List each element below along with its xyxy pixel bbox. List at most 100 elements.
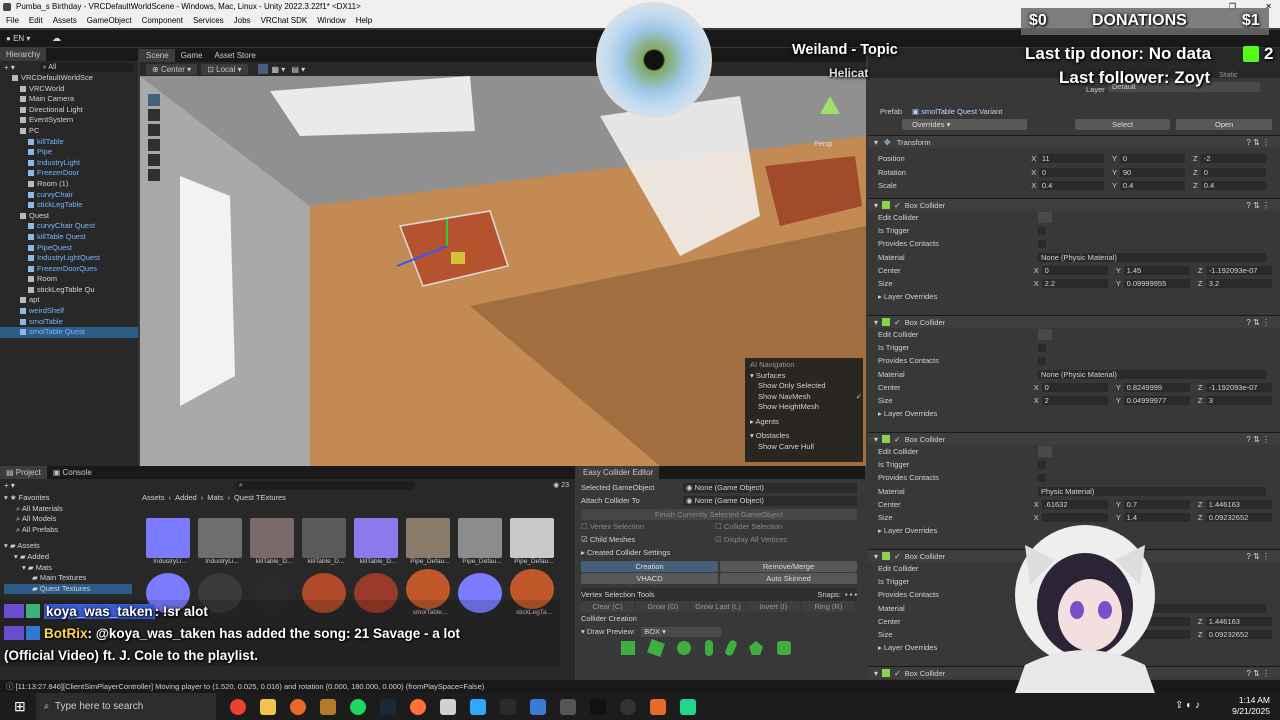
hierarchy-item[interactable]: Main Camera bbox=[0, 94, 138, 105]
opt-show-navmesh[interactable]: Show NavMesh ✓ bbox=[750, 392, 862, 403]
menu-item-edit[interactable]: Edit bbox=[29, 16, 43, 25]
tab-scene[interactable]: Scene bbox=[140, 48, 175, 62]
surfaces-foldout[interactable]: ▾ Surfaces bbox=[750, 371, 862, 382]
center-x-field[interactable]: 0 bbox=[1041, 265, 1108, 275]
open-button[interactable]: Open bbox=[1176, 119, 1272, 130]
material-field[interactable]: None (Physic Material) bbox=[1038, 369, 1266, 379]
hierarchy-item[interactable]: Quest bbox=[0, 211, 138, 222]
fav-all-models[interactable]: ⌕ All Models bbox=[4, 514, 132, 525]
center-z-field[interactable]: -1.192093e-07 bbox=[1205, 382, 1272, 392]
hierarchy-item[interactable]: curvyChair Quest bbox=[0, 221, 138, 232]
finish-button[interactable]: Finish Currently Selected GameObject bbox=[581, 509, 857, 520]
gizmo-plane-handle[interactable] bbox=[451, 252, 465, 264]
tab-easy-collider[interactable]: Easy Collider Editor bbox=[577, 466, 660, 479]
menu-item-window[interactable]: Window bbox=[317, 16, 345, 25]
overrides-dropdown[interactable]: Overrides ▾ bbox=[902, 119, 1027, 130]
attach-field[interactable]: ◉ None (Game Object) bbox=[683, 495, 857, 506]
taskbar-clock[interactable]: 1:14 AM 9/21/2025 bbox=[1232, 695, 1270, 717]
component-menu-icon[interactable]: ? ⇅ ⋮ bbox=[1246, 318, 1270, 327]
auto-skinned-tab[interactable]: Auto Skinned bbox=[720, 573, 857, 584]
menu-item-assets[interactable]: Assets bbox=[53, 16, 77, 25]
asset-item[interactable]: Pipe_Defau... bbox=[510, 518, 562, 565]
box-collider-header[interactable]: ▾ ✓ Box Collider ? ⇅ ⋮ bbox=[868, 315, 1280, 328]
transform-tool-icon[interactable] bbox=[148, 169, 160, 181]
remove-merge-tab[interactable]: Remove/Merge bbox=[720, 561, 857, 572]
size-z-field[interactable]: 3 bbox=[1205, 396, 1272, 406]
vertex-tool-button[interactable]: Ring (R) bbox=[801, 601, 856, 612]
display-vertices-toggle[interactable]: ☑ Display All Vertices bbox=[715, 533, 787, 546]
vhacd-tab[interactable]: VHACD bbox=[581, 573, 718, 584]
position-y-field[interactable]: 0 bbox=[1119, 154, 1186, 164]
layer-overrides-foldout[interactable]: ▸ Layer Overrides bbox=[878, 407, 1280, 420]
hierarchy-item[interactable]: Room (1) bbox=[0, 179, 138, 190]
hierarchy-item[interactable]: FreezerDoor bbox=[0, 168, 138, 179]
rotated-capsule-icon[interactable] bbox=[723, 639, 739, 657]
creation-tab[interactable]: Creation bbox=[581, 561, 718, 572]
vertex-tool-button[interactable]: Grow Last (L) bbox=[691, 601, 745, 612]
opt-show-only-selected[interactable]: Show Only Selected bbox=[750, 381, 862, 392]
menu-item-file[interactable]: File bbox=[6, 16, 19, 25]
cloud-icon[interactable]: ☁ bbox=[52, 33, 61, 44]
unity-icon[interactable] bbox=[559, 698, 576, 715]
tab-project[interactable]: ▤ Project bbox=[0, 466, 47, 479]
move-tool-icon[interactable] bbox=[148, 109, 160, 121]
size-x-field[interactable]: 2 bbox=[1041, 396, 1108, 406]
windows-start-icon[interactable]: ⊞ bbox=[14, 698, 26, 715]
add-icon[interactable]: + ▾ bbox=[4, 63, 15, 72]
hierarchy-item[interactable]: stickLegTable bbox=[0, 200, 138, 211]
asset-item[interactable]: IndustryLi... bbox=[146, 518, 198, 565]
hierarchy-item[interactable]: killTable Quest bbox=[0, 232, 138, 243]
file-explorer-icon[interactable] bbox=[259, 698, 276, 715]
favorites-foldout[interactable]: ▾ ★ Favorites bbox=[4, 493, 132, 504]
cylinder-collider-icon[interactable] bbox=[777, 641, 791, 655]
prefab-asset-link[interactable]: ▣ smolTable Quest Variant bbox=[912, 107, 1002, 116]
select-button[interactable]: Select bbox=[1074, 119, 1171, 130]
size-y-field[interactable]: 0.09999955 bbox=[1123, 279, 1190, 289]
hierarchy-item[interactable]: IndustryLight bbox=[0, 158, 138, 169]
enabled-checkbox[interactable]: ✓ bbox=[894, 201, 901, 210]
hidden-count[interactable]: ◉ 23 bbox=[553, 481, 569, 489]
view-tool-icon[interactable] bbox=[148, 94, 160, 106]
center-y-field[interactable]: 0.7 bbox=[1123, 499, 1190, 509]
enabled-checkbox[interactable]: ✓ bbox=[894, 552, 901, 561]
vertex-selection-toggle[interactable]: ☐ Vertex Selection bbox=[581, 520, 715, 533]
steam-icon[interactable] bbox=[379, 698, 396, 715]
tab-console[interactable]: ▣ Console bbox=[47, 466, 98, 479]
hierarchy-item[interactable]: EventSystem bbox=[0, 115, 138, 126]
tab-asset-store[interactable]: Asset Store bbox=[208, 49, 261, 62]
convex-mesh-icon[interactable] bbox=[749, 641, 763, 655]
scale-x-field[interactable]: 0.4 bbox=[1038, 181, 1105, 191]
selected-go-field[interactable]: ◉ None (Game Object) bbox=[683, 482, 857, 493]
increment-icon[interactable]: ▤ ▾ bbox=[291, 65, 305, 74]
tray-icons[interactable]: ⇪ ◐ ♪ bbox=[1175, 700, 1200, 711]
pycharm-icon[interactable] bbox=[679, 698, 696, 715]
component-menu-icon[interactable]: ? ⇅ ⋮ bbox=[1246, 552, 1270, 561]
opt-show-carve-hull[interactable]: Show Carve Hull bbox=[750, 442, 862, 453]
asset-item[interactable]: killTable_D... bbox=[354, 518, 406, 565]
transform-header[interactable]: ▾ ✥ Transform ? ⇅ ⋮ bbox=[868, 135, 1280, 148]
folder-mats[interactable]: ▾ ▰ Mats bbox=[4, 563, 132, 574]
hierarchy-item[interactable]: PC bbox=[0, 126, 138, 137]
sphere-collider-icon[interactable] bbox=[677, 641, 691, 655]
menu-item-help[interactable]: Help bbox=[356, 16, 372, 25]
hierarchy-item[interactable]: VRCDefaultWorldSce bbox=[0, 73, 138, 84]
chrome-icon[interactable] bbox=[229, 698, 246, 715]
hierarchy-item[interactable]: curvyChair bbox=[0, 190, 138, 201]
scene-view[interactable]: Persp AI Navigation ▾ Surfaces Show Only… bbox=[140, 76, 866, 466]
menu-item-component[interactable]: Component bbox=[142, 16, 183, 25]
vertex-tool-button[interactable]: Invert (I) bbox=[746, 601, 800, 612]
material-field[interactable]: Physic Material) bbox=[1038, 486, 1266, 496]
center-x-field[interactable]: .61632 bbox=[1041, 499, 1108, 509]
center-y-field[interactable]: 0.8249999 bbox=[1123, 382, 1190, 392]
menu-item-services[interactable]: Services bbox=[193, 16, 224, 25]
folder-main-textures[interactable]: ▰ Main Textures bbox=[4, 573, 132, 584]
vertex-tool-button[interactable]: Clear (C) bbox=[581, 601, 635, 612]
blender2-icon[interactable] bbox=[649, 698, 666, 715]
snap-buttons-icon[interactable]: ▪ ▪ ▪ bbox=[845, 588, 857, 601]
asset-item[interactable]: IndustryLi... bbox=[198, 518, 250, 565]
blender-icon[interactable] bbox=[289, 698, 306, 715]
rotation-x-field[interactable]: 0 bbox=[1038, 167, 1105, 177]
terminal-icon[interactable] bbox=[499, 698, 516, 715]
vertex-tool-button[interactable]: Grow (G) bbox=[636, 601, 690, 612]
size-x-field[interactable]: 2.2 bbox=[1041, 279, 1108, 289]
